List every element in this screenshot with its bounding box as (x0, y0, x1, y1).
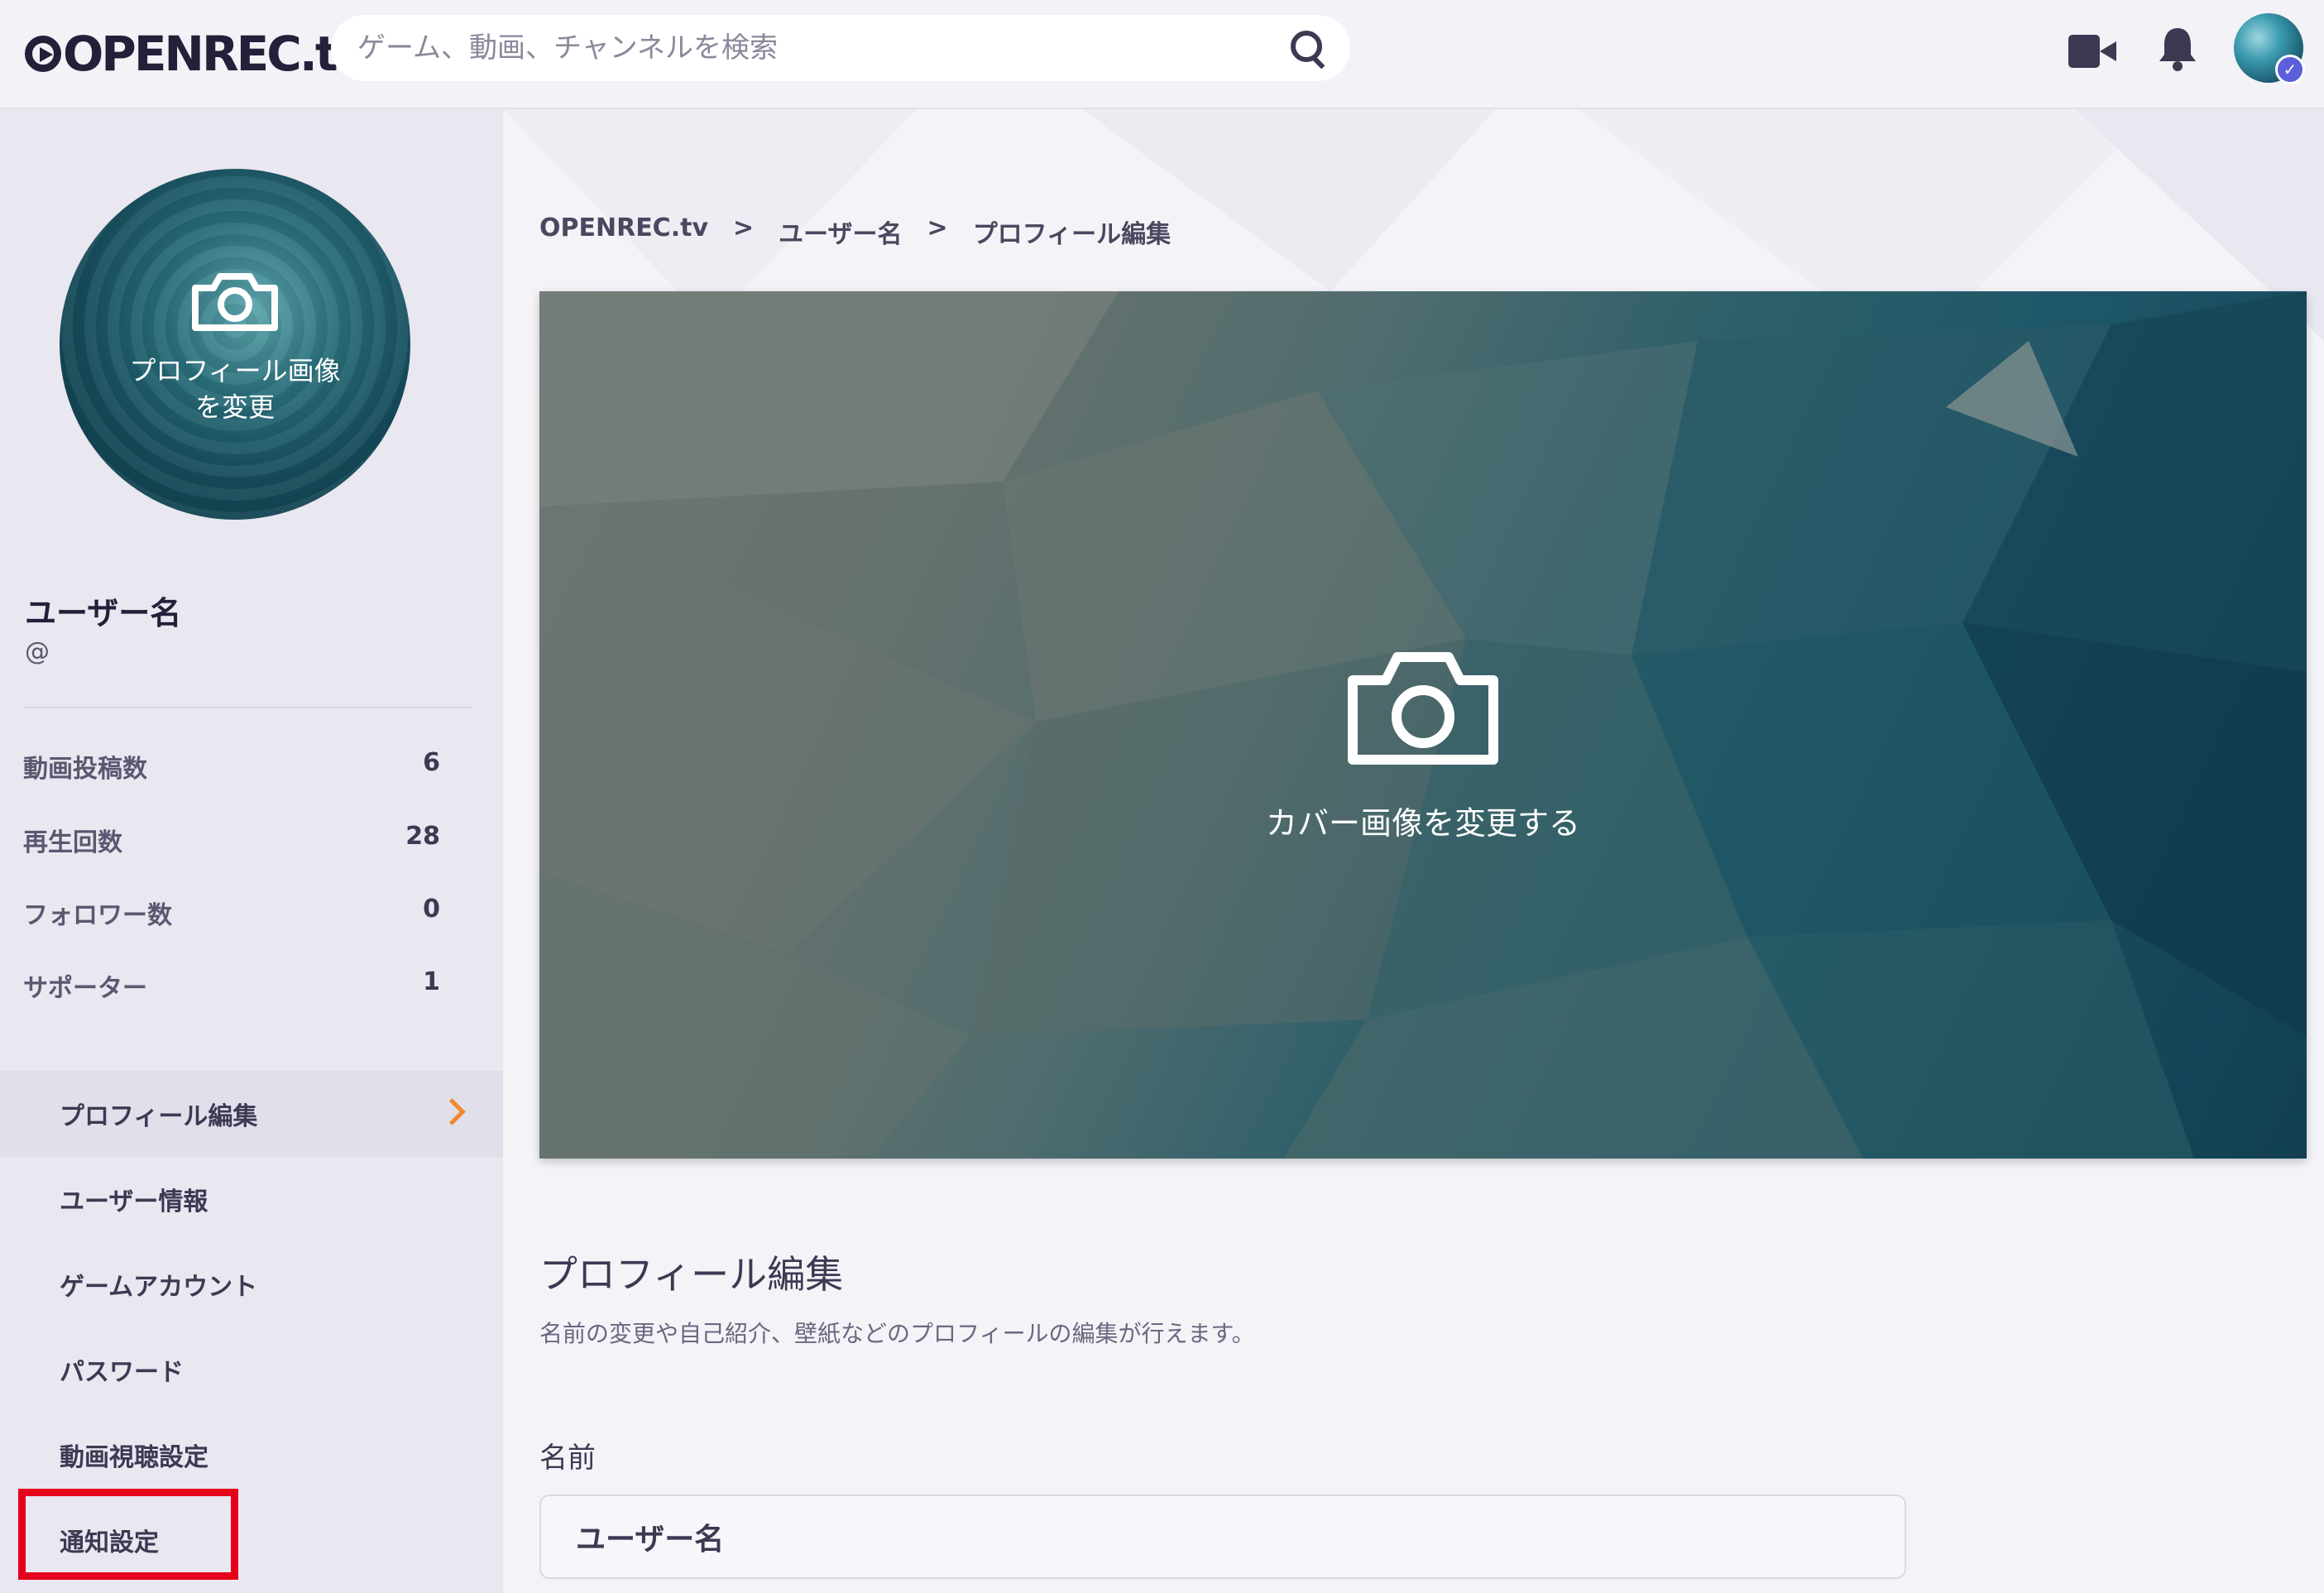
label-line-2: を変更 (194, 391, 275, 423)
cover-image[interactable]: カバー画像を変更する (539, 291, 2307, 1159)
label-line-1: プロフィール画像 (129, 355, 341, 386)
camera-icon (192, 273, 278, 331)
name-input[interactable] (539, 1495, 1906, 1579)
section-title: プロフィール編集 (539, 1252, 844, 1297)
breadcrumb-current: プロフィール編集 (972, 220, 1172, 249)
name-field-label: 名前 (539, 1442, 596, 1475)
user-handle: @ (25, 637, 50, 666)
bell-icon[interactable] (2154, 25, 2201, 73)
verified-check-icon: ✓ (2275, 55, 2305, 84)
logo-text: OPENREC.tv (63, 26, 367, 82)
camera-icon (1348, 652, 1498, 765)
section-description: 名前の変更や自己紹介、壁紙などのプロフィールの編集が行えます。 (539, 1320, 1255, 1347)
stat-play-count: 再生回数 28 (23, 822, 440, 858)
openrec-logo[interactable]: OPENREC.tv (25, 25, 367, 83)
stat-label: フォロワー数 (23, 901, 172, 930)
menu-password[interactable]: パスワード (0, 1327, 503, 1413)
stat-video-posts: 動画投稿数 6 (23, 748, 440, 785)
change-profile-image-label: プロフィール画像 を変更 (60, 353, 410, 425)
breadcrumb-user[interactable]: ユーザー名 (779, 214, 902, 250)
search-icon[interactable] (1287, 29, 1325, 67)
top-header: OPENREC.tv ✓ (0, 0, 2324, 109)
change-cover-image-label: カバー画像を変更する (1265, 805, 1580, 842)
stat-label: 動画投稿数 (23, 755, 147, 784)
menu-label: ゲームアカウント (60, 1273, 258, 1302)
stat-value: 0 (423, 895, 440, 924)
divider (25, 707, 472, 708)
stat-label: 再生回数 (23, 828, 122, 857)
play-logo-icon (25, 36, 61, 72)
chevron-right-icon (438, 1098, 466, 1125)
sidebar: プロフィール画像 を変更 ユーザー名 @ 動画投稿数 6 再生回数 28 フォロ… (0, 109, 503, 1593)
breadcrumb-separator: > (733, 214, 755, 242)
breadcrumb-home[interactable]: OPENREC.tv (539, 214, 708, 250)
menu-label: 動画視聴設定 (60, 1443, 208, 1472)
menu-game-account[interactable]: ゲームアカウント (0, 1241, 503, 1327)
breadcrumb: OPENREC.tv > ユーザー名 > プロフィール編集 (539, 214, 1171, 250)
stat-value: 6 (423, 748, 440, 777)
search-input[interactable] (356, 31, 1287, 65)
menu-video-settings[interactable]: 動画視聴設定 (0, 1412, 503, 1498)
highlight-annotation-box (18, 1489, 238, 1580)
menu-profile-edit[interactable]: プロフィール編集 (0, 1071, 503, 1157)
menu-label: パスワード (60, 1358, 184, 1387)
stat-followers: フォロワー数 0 (23, 895, 440, 931)
breadcrumb-separator: > (927, 214, 948, 242)
stat-supporters: サポーター 1 (23, 967, 440, 1004)
menu-label: ユーザー情報 (60, 1188, 208, 1216)
video-camera-icon[interactable] (2068, 35, 2116, 68)
profile-image[interactable]: プロフィール画像 を変更 (60, 169, 410, 520)
search-bar[interactable] (331, 15, 1350, 81)
stat-value: 28 (405, 822, 440, 851)
menu-label: プロフィール編集 (60, 1102, 258, 1131)
stat-label: サポーター (23, 974, 147, 1003)
stat-value: 1 (423, 967, 440, 996)
menu-user-info[interactable]: ユーザー情報 (0, 1156, 503, 1242)
user-name: ユーザー名 (25, 595, 182, 631)
